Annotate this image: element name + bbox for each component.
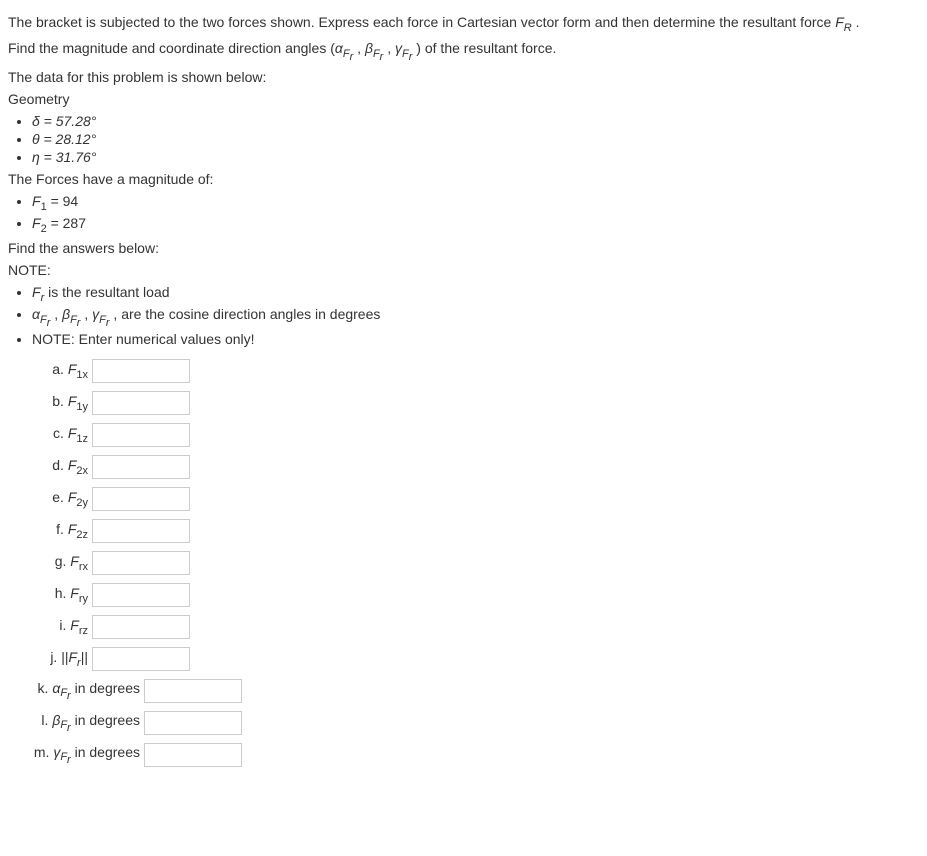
label-i: i. Frz: [32, 617, 92, 637]
input-frz[interactable]: [92, 615, 190, 639]
row-a: a. F1x: [32, 359, 919, 383]
label-h: h. Fry: [32, 585, 92, 605]
p2-a: α: [335, 40, 343, 56]
p2-b: β: [365, 40, 373, 56]
problem-text-2: Find the magnitude and coordinate direct…: [8, 40, 919, 63]
input-fry[interactable]: [92, 583, 190, 607]
input-fr-mag[interactable]: [92, 647, 190, 671]
input-f2x[interactable]: [92, 455, 190, 479]
row-d: d. F2x: [32, 455, 919, 479]
row-m: m. γFr in degrees: [32, 743, 919, 767]
forces-header: The Forces have a magnitude of:: [8, 171, 919, 187]
data-header: The data for this problem is shown below…: [8, 69, 919, 85]
notes-list: Fr is the resultant load αFr , βFr , γFr…: [8, 284, 919, 347]
row-g: g. Frx: [32, 551, 919, 575]
force-1: F1 = 94: [32, 193, 919, 213]
input-frx[interactable]: [92, 551, 190, 575]
p1-suffix: .: [852, 14, 860, 30]
problem-text-1: The bracket is subjected to the two forc…: [8, 14, 919, 34]
row-l: l. βFr in degrees: [32, 711, 919, 735]
label-m: m. γFr in degrees: [32, 744, 144, 767]
input-f2z[interactable]: [92, 519, 190, 543]
label-l: l. βFr in degrees: [32, 712, 144, 735]
label-f: f. F2z: [32, 521, 92, 541]
geom-eta: η = 31.76°: [32, 149, 919, 165]
force-2: F2 = 287: [32, 215, 919, 235]
p1-prefix: The bracket is subjected to the two forc…: [8, 14, 835, 30]
label-a: a. F1x: [32, 361, 92, 381]
row-h: h. Fry: [32, 583, 919, 607]
input-beta[interactable]: [144, 711, 242, 735]
row-i: i. Frz: [32, 615, 919, 639]
label-g: g. Frx: [32, 553, 92, 573]
input-f2y[interactable]: [92, 487, 190, 511]
p1-var: F: [835, 14, 844, 30]
input-f1x[interactable]: [92, 359, 190, 383]
answers-header: Find the answers below:: [8, 240, 919, 256]
input-alpha[interactable]: [144, 679, 242, 703]
input-gamma[interactable]: [144, 743, 242, 767]
note-1: Fr is the resultant load: [32, 284, 919, 304]
p2-suffix: ) of the resultant force.: [412, 40, 556, 56]
row-b: b. F1y: [32, 391, 919, 415]
note-2: αFr , βFr , γFr , are the cosine directi…: [32, 306, 919, 329]
answers-section: a. F1x b. F1y c. F1z d. F2x e. F2y f. F2…: [32, 359, 919, 767]
p2-gsub: Fr: [402, 48, 412, 60]
p1-sub: R: [844, 22, 852, 34]
label-d: d. F2x: [32, 457, 92, 477]
p2-asub: Fr: [343, 48, 353, 60]
label-b: b. F1y: [32, 393, 92, 413]
forces-list: F1 = 94 F2 = 287: [8, 193, 919, 235]
row-c: c. F1z: [32, 423, 919, 447]
note-label: NOTE:: [8, 262, 919, 278]
p2-g: γ: [395, 40, 402, 56]
geom-theta: θ = 28.12°: [32, 131, 919, 147]
p2-bsub: Fr: [373, 48, 383, 60]
geometry-label: Geometry: [8, 91, 919, 107]
geom-delta: δ = 57.28°: [32, 113, 919, 129]
input-f1y[interactable]: [92, 391, 190, 415]
row-e: e. F2y: [32, 487, 919, 511]
label-c: c. F1z: [32, 425, 92, 445]
label-j: j. ||Fr||: [32, 649, 92, 669]
row-j: j. ||Fr||: [32, 647, 919, 671]
label-k: k. αFr in degrees: [32, 680, 144, 703]
p2-prefix: Find the magnitude and coordinate direct…: [8, 40, 335, 56]
input-f1z[interactable]: [92, 423, 190, 447]
row-k: k. αFr in degrees: [32, 679, 919, 703]
geometry-list: δ = 57.28° θ = 28.12° η = 31.76°: [8, 113, 919, 165]
row-f: f. F2z: [32, 519, 919, 543]
note-3: NOTE: Enter numerical values only!: [32, 331, 919, 347]
label-e: e. F2y: [32, 489, 92, 509]
